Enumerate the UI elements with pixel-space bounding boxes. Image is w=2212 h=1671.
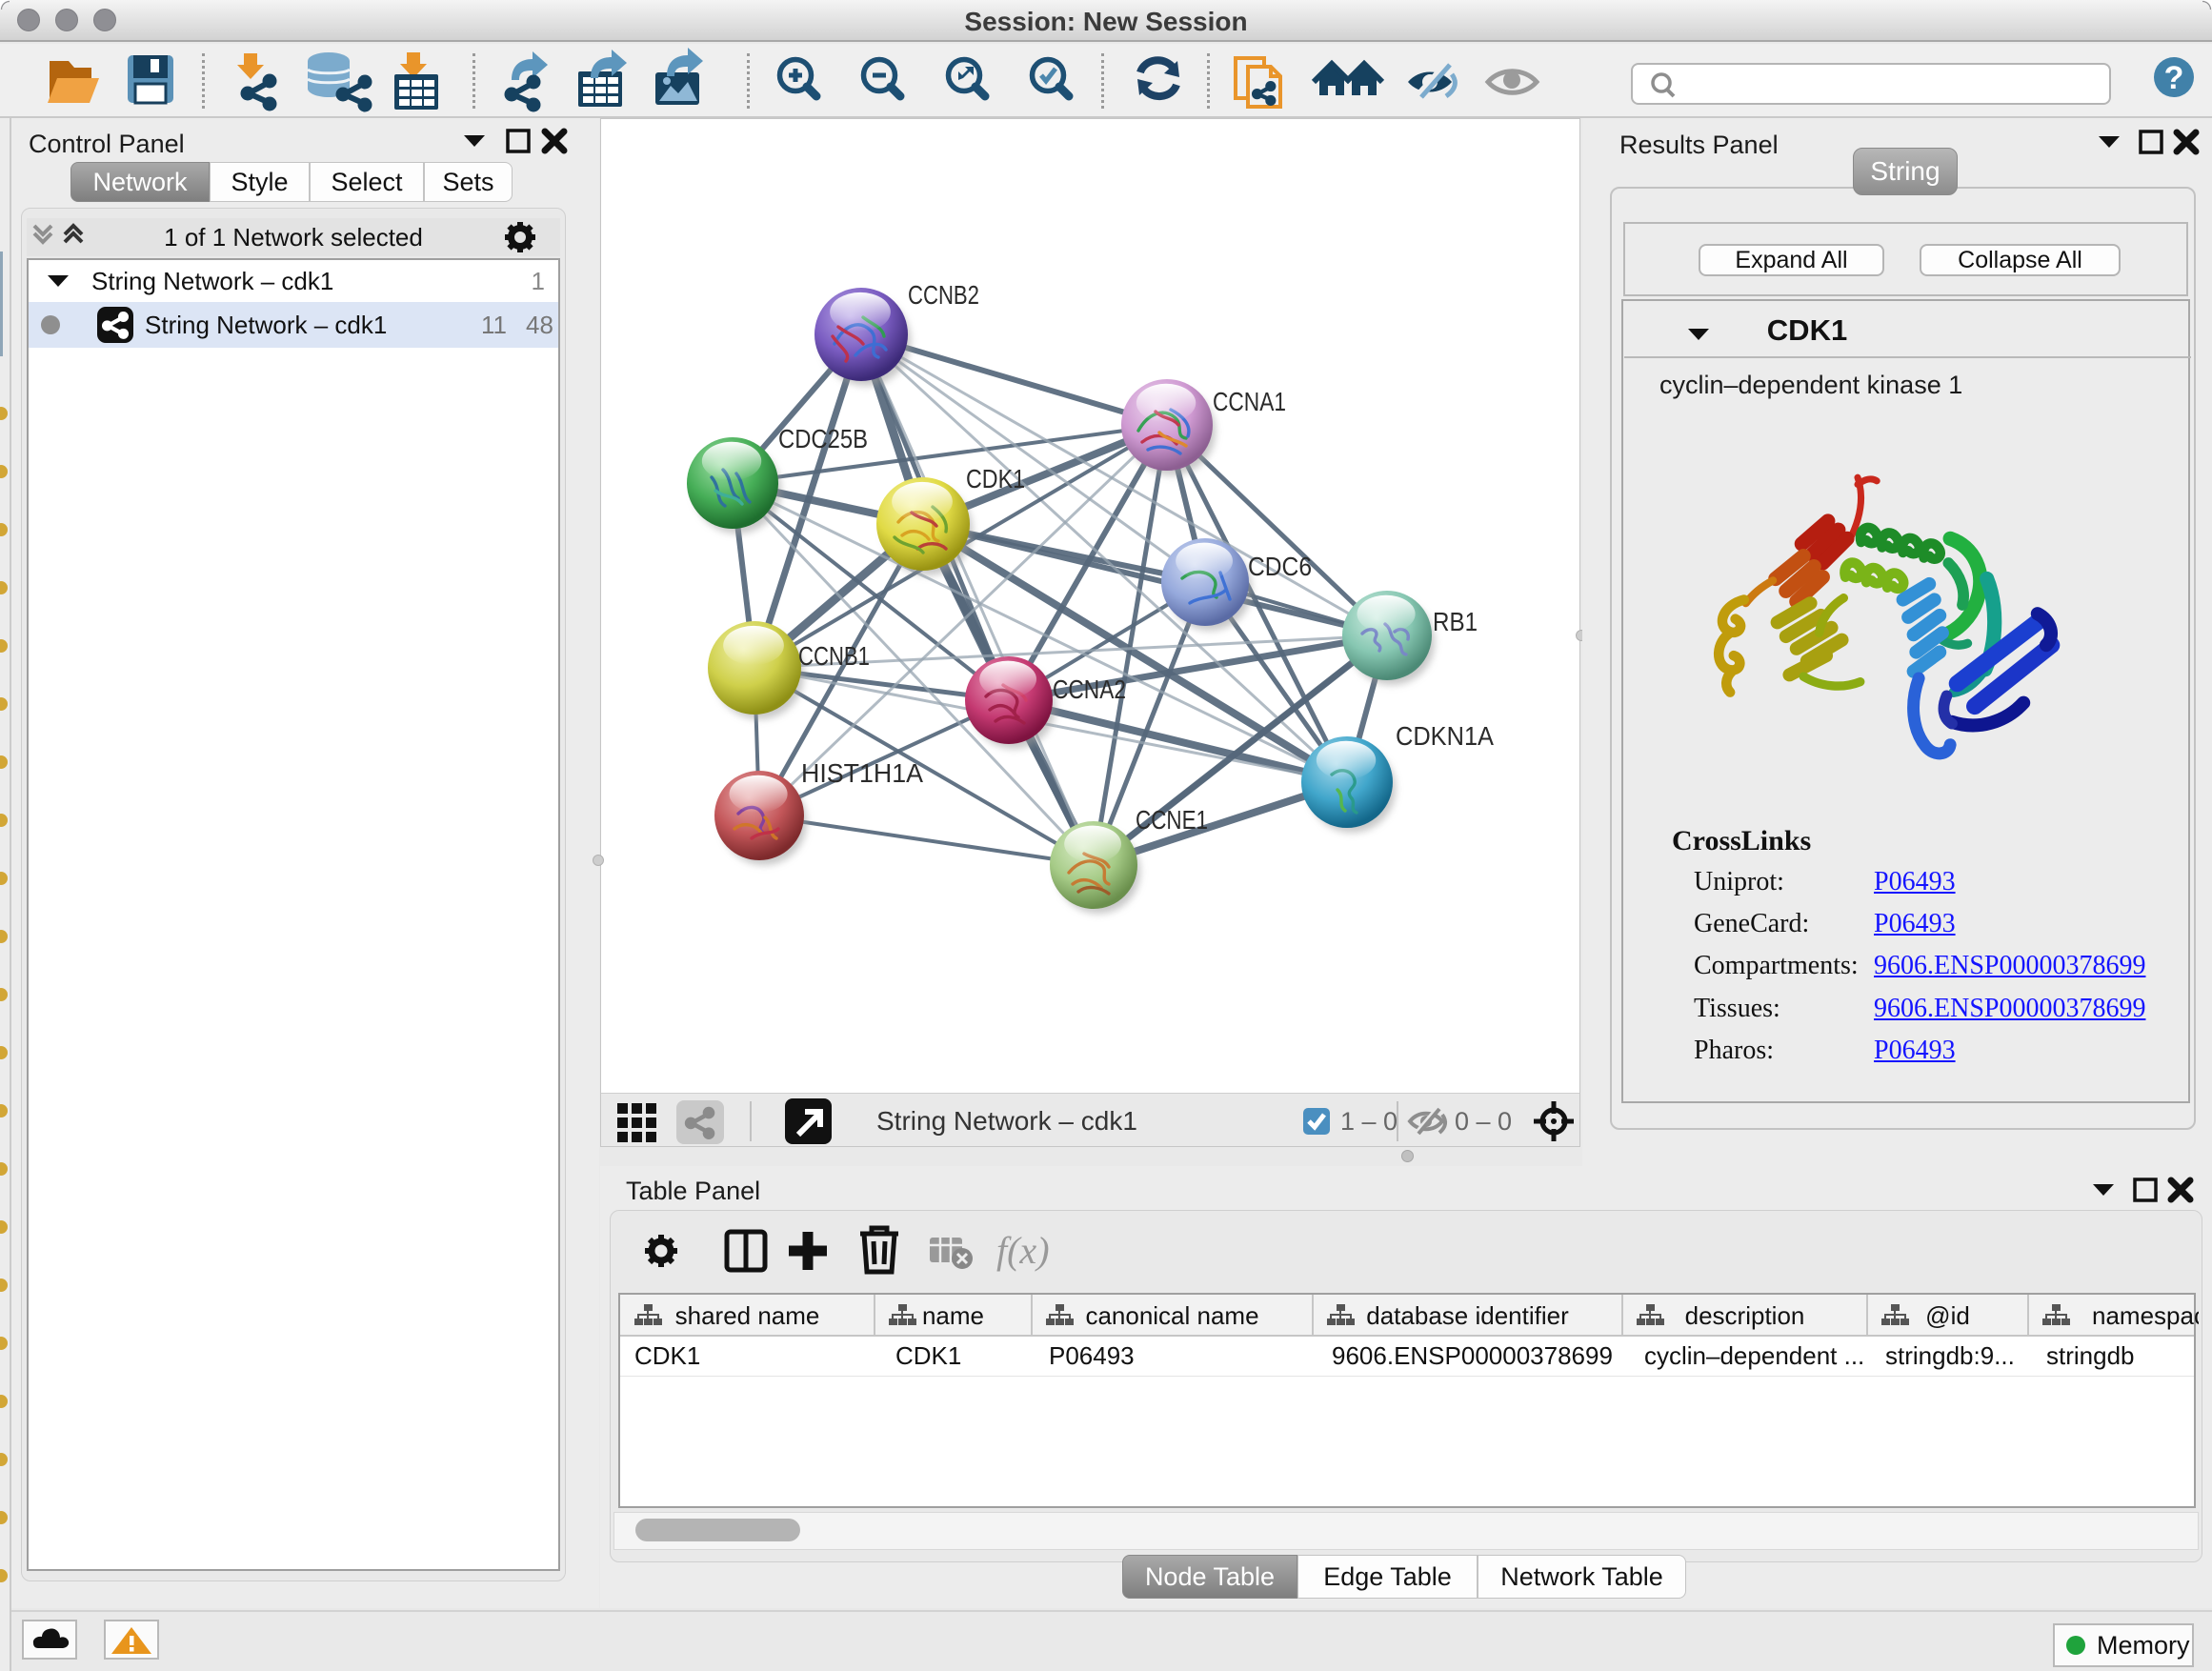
svg-text:CDKN1A: CDKN1A — [1396, 721, 1494, 751]
svg-text:f(x): f(x) — [996, 1229, 1050, 1272]
svg-text:CDC6: CDC6 — [1248, 552, 1312, 581]
svg-text:HIST1H1A: HIST1H1A — [801, 758, 923, 788]
svg-text:CCNA2: CCNA2 — [1053, 674, 1126, 704]
svg-text:CCNE1: CCNE1 — [1136, 805, 1208, 835]
svg-text:CCNB2: CCNB2 — [908, 280, 979, 310]
svg-text:CDK1: CDK1 — [966, 464, 1025, 493]
svg-text:?: ? — [2164, 60, 2184, 96]
svg-text:CCNA1: CCNA1 — [1213, 387, 1286, 416]
svg-text:CCNB1: CCNB1 — [798, 641, 870, 671]
svg-text:CDC25B: CDC25B — [778, 424, 868, 453]
svg-text:RB1: RB1 — [1433, 607, 1478, 636]
